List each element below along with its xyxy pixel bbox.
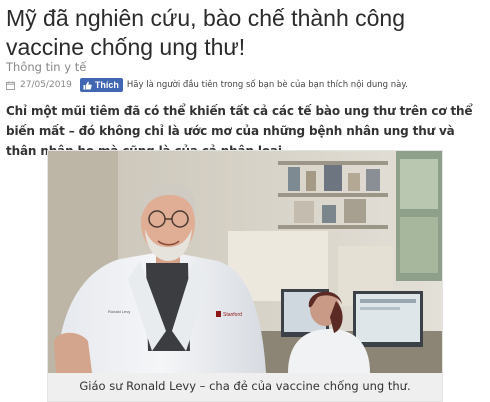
article-meta: 27/05/2019 Thích Hãy là người đầu tiên t… <box>6 78 408 92</box>
coat-badge-text: Stanford <box>223 312 242 318</box>
article-category[interactable]: Thông tin y tế <box>6 60 86 74</box>
facebook-like-button[interactable]: Thích <box>79 78 123 92</box>
calendar-icon <box>6 80 15 90</box>
like-label: Thích <box>94 80 119 90</box>
thumbs-up-icon <box>83 81 92 90</box>
image-caption: Giáo sư Ronald Levy – cha đẻ của vaccine… <box>79 379 411 393</box>
scientist-lab-photo: Stanford Ronald Levy <box>48 151 442 373</box>
publish-date: 27/05/2019 <box>20 80 72 90</box>
article-figure: Stanford Ronald Levy Giáo sư Ronald Levy… <box>47 150 443 402</box>
like-prompt: Hãy là người đầu tiên trong số bạn bè củ… <box>126 80 408 90</box>
article-title: Mỹ đã nghiên cứu, bào chế thành công vac… <box>6 5 406 60</box>
coat-name-text: Ronald Levy <box>108 309 130 314</box>
